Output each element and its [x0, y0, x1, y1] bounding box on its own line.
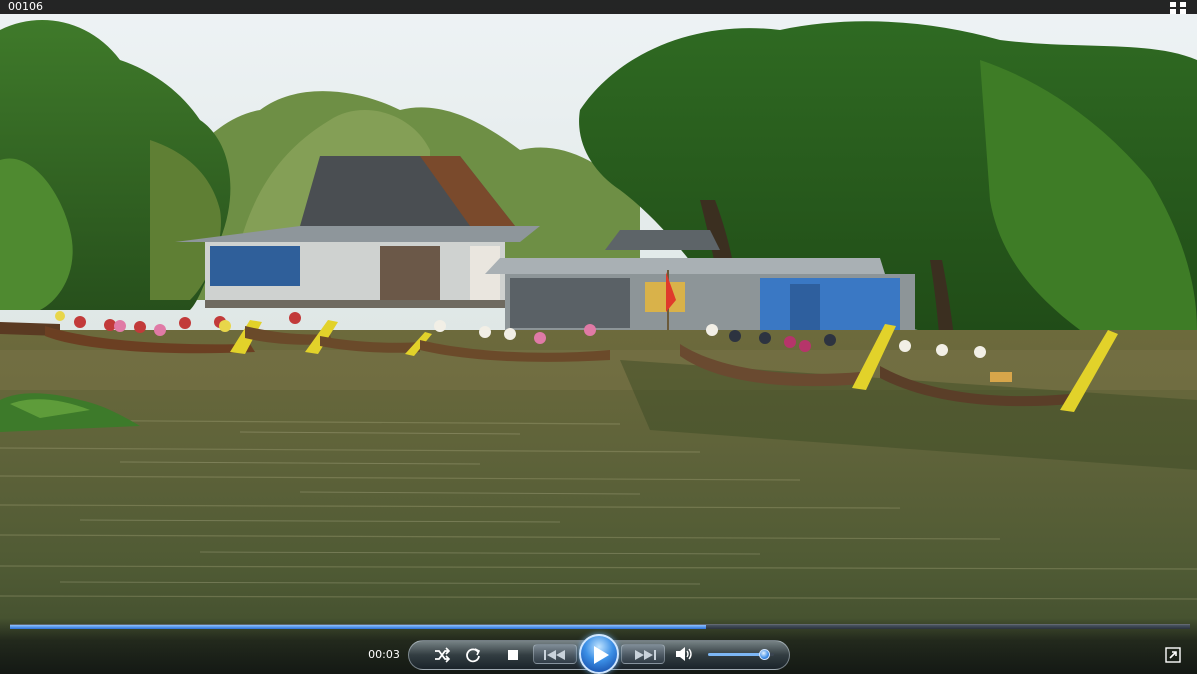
fullscreen-toggle-icon[interactable] [1169, 0, 1187, 14]
play-icon [594, 646, 609, 664]
switch-to-library-icon[interactable] [1165, 647, 1181, 663]
media-player-window: 00106 00:03 [0, 0, 1197, 674]
next-track-icon [635, 650, 656, 660]
play-button[interactable] [579, 634, 619, 674]
elapsed-time: 00:03 [368, 648, 400, 661]
previous-track-button[interactable] [533, 644, 577, 664]
volume-speaker-icon[interactable] [674, 645, 694, 663]
previous-track-icon [544, 650, 565, 660]
volume-slider[interactable] [708, 649, 774, 660]
next-track-button[interactable] [621, 644, 665, 664]
video-frame [0, 0, 1197, 674]
stop-icon[interactable] [505, 647, 521, 663]
repeat-icon[interactable] [464, 646, 482, 664]
seek-bar[interactable] [10, 624, 1190, 629]
seek-progress-fill [10, 625, 707, 629]
volume-slider-thumb[interactable] [758, 649, 770, 660]
volume-level-fill [708, 653, 765, 656]
window-title: 00106 [8, 0, 43, 13]
shuffle-icon[interactable] [433, 646, 451, 664]
title-bar: 00106 [0, 0, 1197, 14]
